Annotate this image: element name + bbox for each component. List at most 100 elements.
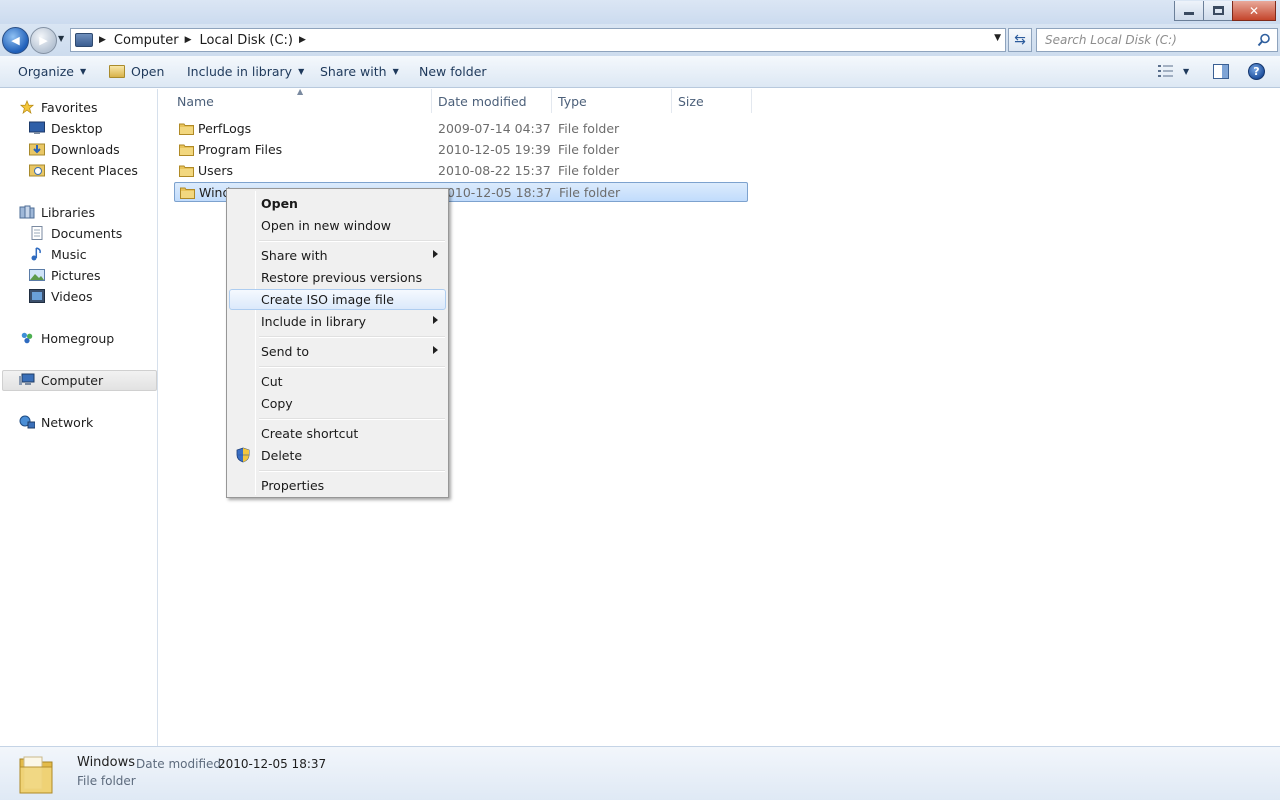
sidebar-item-computer[interactable]: Computer xyxy=(19,370,103,390)
sidebar-item-videos[interactable]: Videos xyxy=(29,286,93,306)
sidebar-item-label: Libraries xyxy=(41,204,95,220)
chevron-down-icon: ▼ xyxy=(298,67,305,76)
organize-button[interactable]: Organize ▼ xyxy=(18,64,86,79)
menu-item-create-iso-image[interactable]: Create ISO image file xyxy=(229,289,446,310)
include-in-library-button[interactable]: Include in library ▼ xyxy=(187,64,304,79)
refresh-button[interactable]: ⇆ xyxy=(1008,28,1032,52)
new-folder-button[interactable]: New folder xyxy=(419,64,487,79)
star-icon xyxy=(19,100,35,114)
restore-icon xyxy=(1212,6,1224,15)
file-name: Users xyxy=(198,163,234,178)
sidebar-item-recent-places[interactable]: Recent Places xyxy=(29,160,138,180)
sidebar-item-homegroup[interactable]: Homegroup xyxy=(19,328,114,348)
column-header-date-modified[interactable]: Date modified xyxy=(432,89,552,113)
file-date: 2010-08-22 15:37 xyxy=(438,163,551,178)
breadcrumb-separator[interactable]: ▶ xyxy=(99,35,106,45)
table-row[interactable]: Program Files 2010-12-05 19:39 File fold… xyxy=(174,140,748,160)
breadcrumb-computer[interactable]: Computer xyxy=(114,33,179,48)
column-header-type[interactable]: Type xyxy=(552,89,672,113)
preview-pane-icon[interactable] xyxy=(1213,64,1229,79)
menu-item-share-with[interactable]: Share with xyxy=(229,245,446,266)
homegroup-icon xyxy=(21,332,33,344)
sidebar-item-desktop[interactable]: Desktop xyxy=(29,118,103,138)
folder-icon xyxy=(180,187,195,199)
sidebar-item-label: Homegroup xyxy=(41,330,115,346)
sidebar-item-documents[interactable]: Documents xyxy=(29,223,122,243)
address-dropdown-icon[interactable]: ▼ xyxy=(994,33,1001,43)
menu-item-label: Copy xyxy=(261,396,293,411)
menu-item-label: Delete xyxy=(261,448,303,463)
organize-label: Organize xyxy=(18,64,74,79)
share-with-button[interactable]: Share with ▼ xyxy=(320,64,399,79)
column-header-name[interactable]: Name ▲ xyxy=(159,87,432,113)
table-row[interactable]: Users 2010-08-22 15:37 File folder xyxy=(174,161,748,181)
menu-item-restore-previous-versions[interactable]: Restore previous versions xyxy=(229,267,446,288)
menu-item-label: Open in new window xyxy=(261,218,391,233)
menu-item-delete[interactable]: Delete xyxy=(229,445,446,466)
sidebar-item-favorites[interactable]: Favorites xyxy=(19,97,97,117)
back-arrow-icon: ◀ xyxy=(11,34,20,47)
file-date: 2010-12-05 18:37 xyxy=(439,185,552,200)
column-header-size[interactable]: Size xyxy=(672,89,752,113)
sidebar-item-label: Desktop xyxy=(51,120,103,136)
refresh-icon: ⇆ xyxy=(1014,32,1026,48)
context-menu: Open Open in new window Share with Resto… xyxy=(226,188,449,498)
view-options-dropdown-icon[interactable]: ▼ xyxy=(1183,67,1189,76)
submenu-arrow-icon xyxy=(433,250,438,258)
sidebar-item-label: Music xyxy=(51,246,87,262)
menu-item-open-in-new-window[interactable]: Open in new window xyxy=(229,215,446,236)
chevron-down-icon: ▼ xyxy=(392,67,399,76)
chevron-down-icon: ▼ xyxy=(80,67,87,76)
menu-item-label: Properties xyxy=(261,478,325,493)
column-header-label: Name xyxy=(177,93,214,109)
computer-icon xyxy=(75,33,93,47)
sidebar-item-label: Documents xyxy=(51,225,123,241)
menu-item-send-to[interactable]: Send to xyxy=(229,341,446,362)
menu-item-create-shortcut[interactable]: Create shortcut xyxy=(229,423,446,444)
breadcrumb-local-disk[interactable]: Local Disk (C:) xyxy=(199,33,292,48)
search-box[interactable] xyxy=(1036,28,1278,52)
forward-arrow-icon: ▶ xyxy=(39,34,48,47)
details-date-label: Date modified: xyxy=(136,757,226,771)
maximize-button[interactable] xyxy=(1203,1,1233,21)
folder-icon xyxy=(19,756,53,794)
minimize-icon xyxy=(1184,12,1194,15)
menu-item-properties[interactable]: Properties xyxy=(229,475,446,496)
sidebar-item-music[interactable]: Music xyxy=(29,244,87,264)
menu-item-include-in-library[interactable]: Include in library xyxy=(229,311,446,332)
file-type: File folder xyxy=(559,185,621,200)
column-header-label: Type xyxy=(558,93,587,109)
address-bar[interactable]: ▶ Computer ▶ Local Disk (C:) ▶ ▼ xyxy=(70,28,1006,52)
sidebar-item-network[interactable]: Network xyxy=(19,412,93,432)
back-button[interactable]: ◀ xyxy=(2,27,29,54)
forward-button[interactable]: ▶ xyxy=(30,27,57,54)
file-type: File folder xyxy=(558,142,620,157)
menu-item-open[interactable]: Open xyxy=(229,193,446,214)
computer-icon xyxy=(19,373,35,385)
minimize-button[interactable] xyxy=(1174,1,1204,21)
details-name: Windows xyxy=(77,755,136,770)
sidebar-item-label: Favorites xyxy=(41,99,98,115)
include-in-library-label: Include in library xyxy=(187,64,293,79)
navigation-bar: ◀ ▶ ▼ ▶ Computer ▶ Local Disk (C:) ▶ ▼ ⇆ xyxy=(0,24,1280,56)
sidebar-item-pictures[interactable]: Pictures xyxy=(29,265,101,285)
help-button[interactable]: ? xyxy=(1248,63,1265,80)
menu-item-label: Send to xyxy=(261,344,310,359)
breadcrumb-separator[interactable]: ▶ xyxy=(299,35,306,45)
search-input[interactable] xyxy=(1045,33,1245,47)
details-type: File folder xyxy=(77,774,136,788)
breadcrumb-separator[interactable]: ▶ xyxy=(185,35,192,45)
menu-item-cut[interactable]: Cut xyxy=(229,371,446,392)
recent-pages-button[interactable]: ▼ xyxy=(58,34,68,46)
sidebar-item-downloads[interactable]: Downloads xyxy=(29,139,120,159)
table-row[interactable]: PerfLogs 2009-07-14 04:37 File folder xyxy=(174,119,748,139)
open-button[interactable]: Open xyxy=(109,64,164,79)
file-name: PerfLogs xyxy=(198,121,252,136)
close-button[interactable]: ✕ xyxy=(1232,1,1276,21)
search-icon[interactable] xyxy=(1257,33,1271,47)
downloads-folder-icon xyxy=(29,143,45,156)
sidebar-item-libraries[interactable]: Libraries xyxy=(19,202,95,222)
change-view-icon[interactable] xyxy=(1158,64,1174,78)
sidebar-item-label: Computer xyxy=(41,372,104,388)
menu-item-copy[interactable]: Copy xyxy=(229,393,446,414)
